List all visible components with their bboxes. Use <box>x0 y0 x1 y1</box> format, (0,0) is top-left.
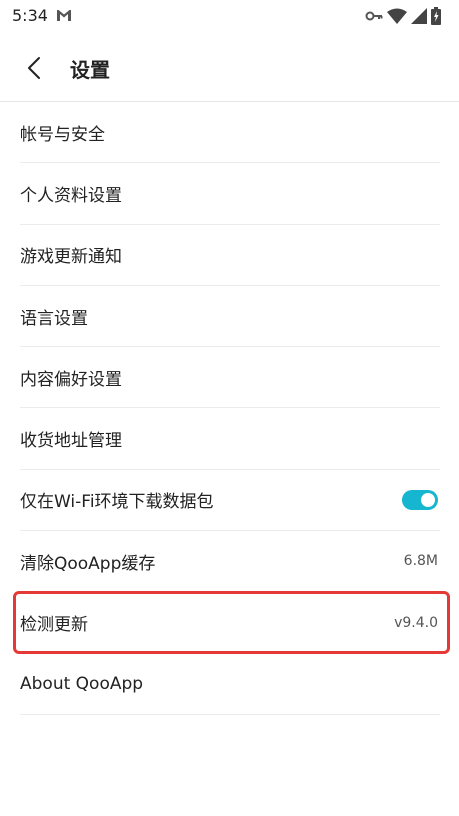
setting-label: About QooApp <box>20 673 144 694</box>
setting-label: 语言设置 <box>20 308 88 329</box>
signal-icon <box>411 8 427 24</box>
setting-wifi-only-download: 仅在Wi-Fi环境下载数据包 <box>20 470 440 532</box>
gmail-icon <box>57 10 71 21</box>
battery-icon <box>431 7 441 25</box>
setting-game-update-notification[interactable]: 游戏更新通知 <box>20 225 440 286</box>
setting-profile[interactable]: 个人资料设置 <box>20 163 440 225</box>
setting-label: 个人资料设置 <box>20 185 122 206</box>
setting-label: 收货地址管理 <box>20 431 122 452</box>
version-value: v9.4.0 <box>394 614 438 631</box>
setting-label: 清除QooApp缓存 <box>20 553 156 574</box>
cache-size-value: 6.8M <box>403 553 438 570</box>
wifi-icon <box>387 8 407 24</box>
setting-label: 检测更新 <box>20 615 88 636</box>
setting-label: 游戏更新通知 <box>20 247 122 268</box>
key-icon <box>365 11 383 21</box>
toggle-knob <box>421 492 435 507</box>
back-arrow-icon[interactable] <box>14 48 54 88</box>
setting-clear-cache[interactable]: 清除QooApp缓存 6.8M <box>20 531 440 593</box>
setting-language[interactable]: 语言设置 <box>20 286 440 348</box>
status-bar: 5:34 <box>0 0 459 32</box>
wifi-only-toggle[interactable] <box>402 489 438 510</box>
setting-shipping-address[interactable]: 收货地址管理 <box>20 408 440 470</box>
setting-label: 内容偏好设置 <box>20 369 122 390</box>
setting-check-update[interactable]: 检测更新 v9.4.0 <box>20 592 440 654</box>
setting-label: 帐号与安全 <box>20 124 105 145</box>
page-title: 设置 <box>70 58 110 82</box>
setting-label: 仅在Wi-Fi环境下载数据包 <box>20 492 214 513</box>
app-header: 设置 <box>0 32 459 102</box>
setting-content-preferences[interactable]: 内容偏好设置 <box>20 347 440 409</box>
setting-about[interactable]: About QooApp <box>20 654 440 715</box>
status-icons <box>365 6 441 26</box>
setting-account-security[interactable]: 帐号与安全 <box>20 102 440 164</box>
settings-list: 帐号与安全 个人资料设置 游戏更新通知 语言设置 内容偏好设置 收货地址管理 仅… <box>20 102 440 715</box>
status-time: 5:34 <box>12 6 48 25</box>
